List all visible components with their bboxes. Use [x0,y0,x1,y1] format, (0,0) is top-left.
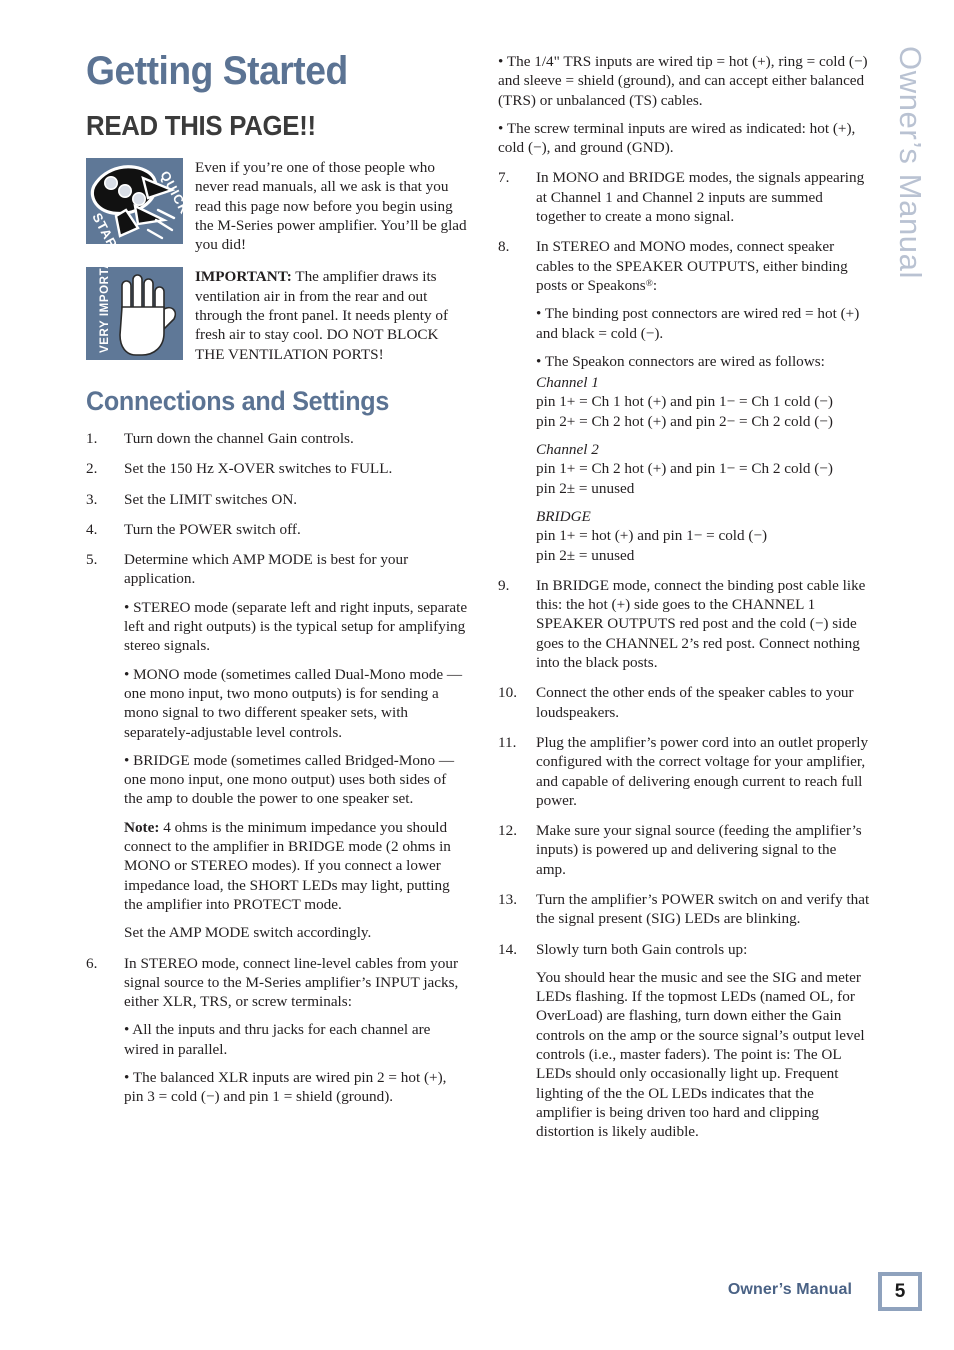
pin-group-heading: Channel 2 [536,441,599,459]
step-number: 9. [498,576,510,594]
step-sub-bullet: • MONO mode (sometimes called Dual-Mono … [124,665,463,741]
step-item: 6. In STEREO mode, connect line-level ca… [86,954,468,1107]
step-item: 13. Turn the amplifier’s POWER switch on… [498,890,870,929]
step-number: 13. [498,890,517,908]
step-item: 10. Connect the other ends of the speake… [498,683,870,722]
step-item: 5. Determine which AMP MODE is best for … [86,550,468,942]
step-text: Turn the amplifier’s POWER switch on and… [536,890,870,928]
callout-important-lead: IMPORTANT: [195,268,292,286]
step-item: 12. Make sure your signal source (feedin… [498,821,870,879]
step-number: 1. [86,429,98,447]
step-number: 11. [498,733,517,751]
page-number: 5 [894,1280,906,1302]
note-lead: Note: [124,818,160,836]
step-number: 5. [86,551,98,569]
pin-line: pin 1+ = Ch 1 hot (+) and pin 1− = Ch 1 … [536,393,833,411]
pin-group-heading: BRIDGE [536,507,591,525]
side-tab-owners-manual: Owner’s Manual [880,46,940,366]
left-column: Getting Started READ THIS PAGE!! QUICK S… [86,50,468,1118]
step-text: Plug the amplifier’s power cord into an … [536,733,869,809]
step-sub-bullet: • All the inputs and thru jacks for each… [124,1021,431,1058]
step-text: Slowly turn both Gain controls up: [536,940,748,958]
lead-bullet: • The 1/4" TRS inputs are wired tip = ho… [498,53,868,109]
page-subtitle: READ THIS PAGE!! [86,110,316,141]
page-title: Getting Started [86,49,348,93]
pin-line: pin 1+ = Ch 2 hot (+) and pin 1− = Ch 2 … [536,460,833,478]
step-text: In STEREO and MONO modes, connect speake… [536,238,848,294]
right-lead-bullets: • The 1/4" TRS inputs are wired tip = ho… [498,52,870,157]
pin-group: Channel 2 pin 1+ = Ch 2 hot (+) and pin … [536,440,870,498]
step-number: 8. [498,238,510,256]
step-sub-bullet: • The binding post connectors are wired … [536,305,860,342]
svg-text:VERY IMPORTANT: VERY IMPORTANT [99,267,111,353]
page-footer: Owner’s Manual 5 [0,1272,954,1312]
step-number: 14. [498,940,517,958]
step-sub-bullet: • BRIDGE mode (sometimes called Bridged-… [124,751,455,808]
step-number: 10. [498,684,517,702]
step-sub-bullet: • The Speakon connectors are wired as fo… [536,352,825,370]
hand-very-important-icon: VERY IMPORTANT [86,267,183,361]
right-column: • The 1/4" TRS inputs are wired tip = ho… [498,52,870,1153]
rocket-quick-start-icon: QUICK START [86,158,183,244]
section-title-connections: Connections and Settings [86,385,390,416]
step-sub-plain: Set the AMP MODE switch accordingly. [124,924,372,942]
step-text: Connect the other ends of the speaker ca… [536,684,854,721]
step-text: In STEREO mode, connect line-level cable… [124,954,459,1011]
step-text: Make sure your signal source (feeding th… [536,822,862,878]
pin-group-heading: Channel 1 [536,374,599,392]
callout-important: VERY IMPORTANT IMPORTANT: The amplifier … [86,267,468,363]
step-item: 2. Set the 150 Hz X-OVER switches to FUL… [86,459,468,478]
step-item: 4. Turn the POWER switch off. [86,520,468,539]
callout-quick-start: QUICK START Even if you’re one of those … [86,158,468,254]
step-text: Set the LIMIT switches ON. [124,490,298,508]
step-text: In MONO and BRIDGE modes, the signals ap… [536,169,865,226]
step-sub-bullet: • STEREO mode (separate left and right i… [124,598,468,655]
registered-mark: ® [645,278,653,289]
step-text: In BRIDGE mode, connect the binding post… [536,576,866,672]
step-number: 4. [86,520,98,538]
right-steps-list: 7. In MONO and BRIDGE modes, the signals… [498,168,870,1141]
step-text-post: : [652,276,658,294]
step-sub-bullet: • The balanced XLR inputs are wired pin … [124,1068,447,1106]
step-text: Turn down the channel Gain controls. [124,429,354,447]
pin-line: pin 2± = unused [536,546,635,564]
callout-important-text: IMPORTANT: The amplifier draws its venti… [195,267,468,363]
pin-line: pin 1+ = hot (+) and pin 1− = cold (−) [536,527,768,545]
step-item: 3. Set the LIMIT switches ON. [86,490,468,509]
manual-page: Owner’s Manual Getting Started READ THIS… [0,0,954,1350]
lead-bullet: • The screw terminal inputs are wired as… [498,119,856,157]
step-item: 7. In MONO and BRIDGE modes, the signals… [498,168,870,226]
step-text: Set the 150 Hz X-OVER switches to FULL. [124,460,393,478]
step-number: 3. [86,490,98,508]
step-item: 14. Slowly turn both Gain controls up: Y… [498,940,870,1142]
left-steps-list: 1. Turn down the channel Gain controls. … [86,429,468,1107]
step-sub-note: Note: 4 ohms is the minimum impedance yo… [124,818,468,914]
step-number: 12. [498,822,517,840]
note-body: 4 ohms is the minimum impedance you shou… [124,818,451,913]
step-text: Turn the POWER switch off. [124,520,301,538]
step-item: 11. Plug the amplifier’s power cord into… [498,733,870,810]
page-number-box: 5 [878,1272,922,1311]
pin-line: pin 2+ = Ch 2 hot (+) and pin 2− = Ch 2 … [536,412,833,430]
step-sub-plain: You should hear the music and see the SI… [536,968,865,1141]
step-item: 9. In BRIDGE mode, connect the binding p… [498,576,870,672]
step-item: 8. In STEREO and MONO modes, connect spe… [498,237,870,564]
step-text: Determine which AMP MODE is best for you… [124,551,409,588]
side-tab-label: Owner’s Manual [893,46,928,279]
pin-group: Channel 1 pin 1+ = Ch 1 hot (+) and pin … [536,373,870,431]
step-number: 6. [86,954,98,972]
step-item: 1. Turn down the channel Gain controls. [86,429,468,448]
step-number: 2. [86,460,98,478]
footer-label: Owner’s Manual [727,1281,852,1298]
pin-group: BRIDGE pin 1+ = hot (+) and pin 1− = col… [536,507,870,565]
callout-quick-start-text: Even if you’re one of those people who n… [195,159,467,254]
step-number: 7. [498,169,510,187]
pin-line: pin 2± = unused [536,479,635,497]
